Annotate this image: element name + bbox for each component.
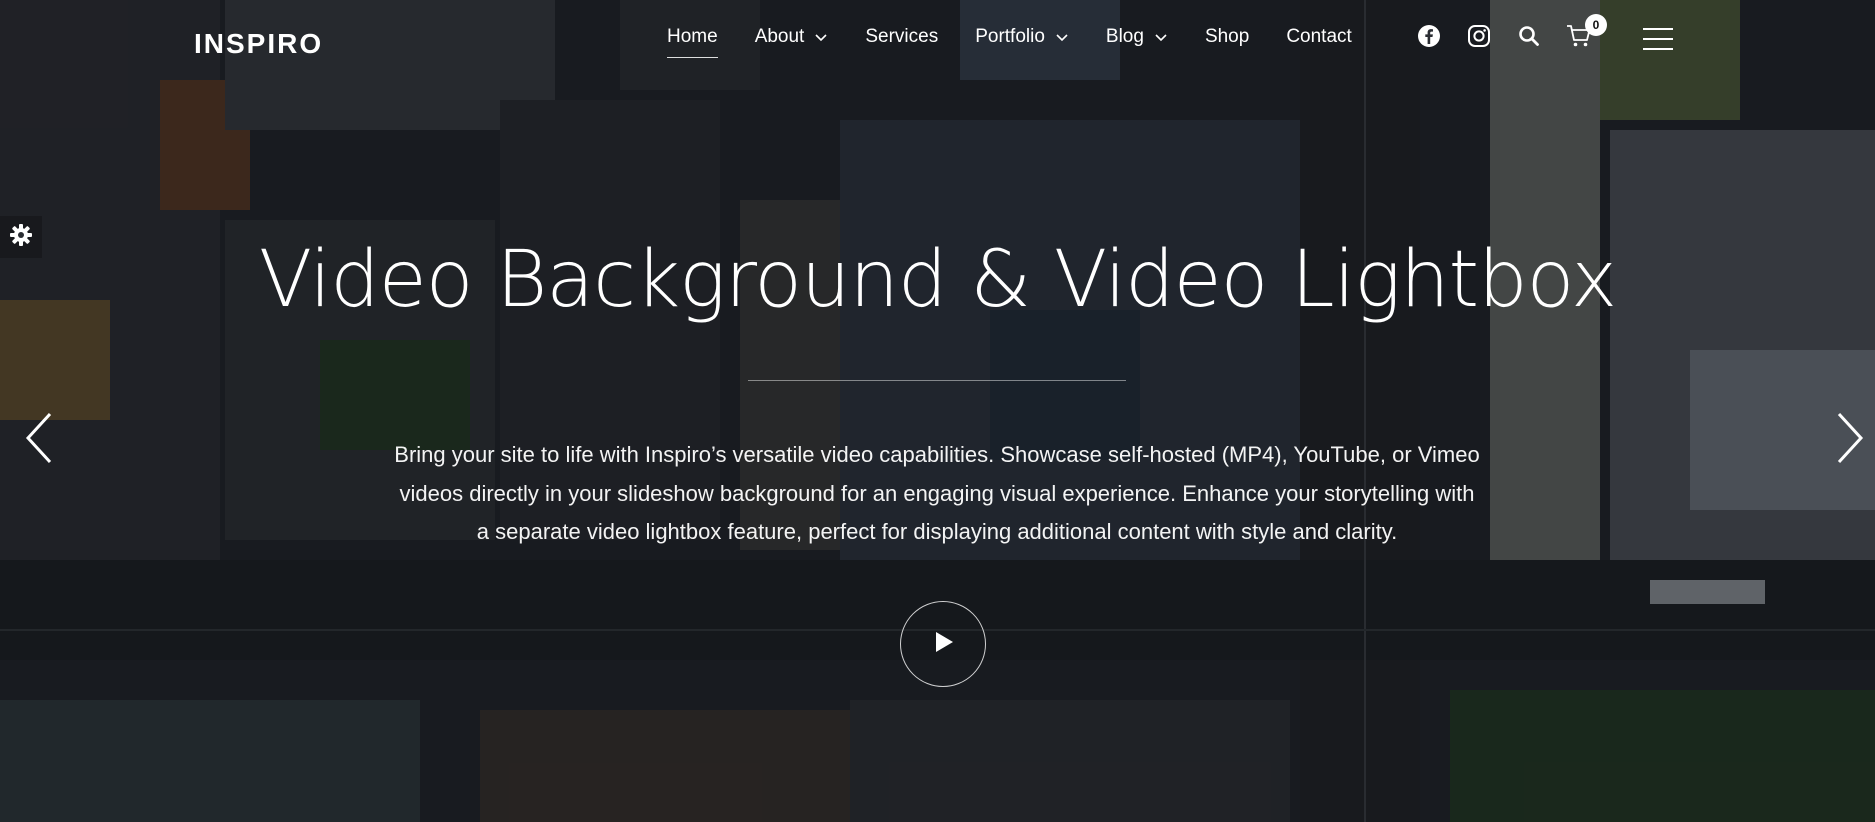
- chevron-down-icon: [1055, 30, 1069, 44]
- nav-item-label: Shop: [1204, 26, 1250, 47]
- main-nav: Home About Services Portfolio Blog Shop: [667, 26, 1389, 58]
- nav-item-label: Blog: [1105, 26, 1144, 47]
- nav-item-label: Home: [667, 26, 718, 47]
- nav-item-services[interactable]: Services: [865, 26, 938, 48]
- nav-item-label: Portfolio: [975, 26, 1045, 47]
- video-play-button[interactable]: [900, 601, 986, 687]
- next-slide-button[interactable]: [1831, 408, 1871, 468]
- nav-item-label: Contact: [1286, 26, 1352, 47]
- cart-icon[interactable]: 0: [1565, 14, 1607, 50]
- hero-description-line: a separate video lightbox feature, perfe…: [476, 519, 1398, 544]
- prev-slide-button[interactable]: [18, 408, 58, 468]
- hero-title: Video Background & Video Lightbox: [258, 235, 1617, 325]
- nav-item-label: About: [754, 26, 805, 47]
- instagram-icon[interactable]: [1465, 22, 1493, 50]
- hero-background: [0, 0, 1875, 822]
- cart-count-badge: 0: [1585, 14, 1607, 36]
- nav-item-home[interactable]: Home: [667, 26, 718, 58]
- site-header: INSPIRO Home About Services Portfolio Bl…: [0, 0, 1875, 80]
- nav-item-about[interactable]: About: [755, 26, 829, 48]
- play-icon: [930, 629, 956, 660]
- hero-description: Bring your site to life with Inspiro’s v…: [337, 436, 1537, 552]
- chevron-down-icon: [1154, 30, 1168, 44]
- hero-divider: [748, 380, 1126, 381]
- chevron-right-icon: [1831, 412, 1871, 472]
- hero-description-line: videos directly in your slideshow backgr…: [399, 480, 1475, 506]
- nav-item-contact[interactable]: Contact: [1286, 26, 1351, 48]
- chevron-left-icon: [18, 412, 58, 472]
- nav-item-blog[interactable]: Blog: [1106, 26, 1168, 48]
- hero-description-line: Bring your site to life with Inspiro’s v…: [394, 442, 1480, 467]
- site-logo[interactable]: INSPIRO: [194, 28, 323, 60]
- facebook-icon[interactable]: [1415, 22, 1443, 50]
- chevron-down-icon: [814, 30, 828, 44]
- nav-item-portfolio[interactable]: Portfolio: [975, 26, 1069, 48]
- nav-item-shop[interactable]: Shop: [1205, 26, 1249, 48]
- header-icons: 0: [1415, 14, 1615, 50]
- nav-item-label: Services: [865, 26, 939, 47]
- hamburger-menu-icon[interactable]: [1643, 28, 1673, 50]
- search-icon[interactable]: [1515, 22, 1543, 50]
